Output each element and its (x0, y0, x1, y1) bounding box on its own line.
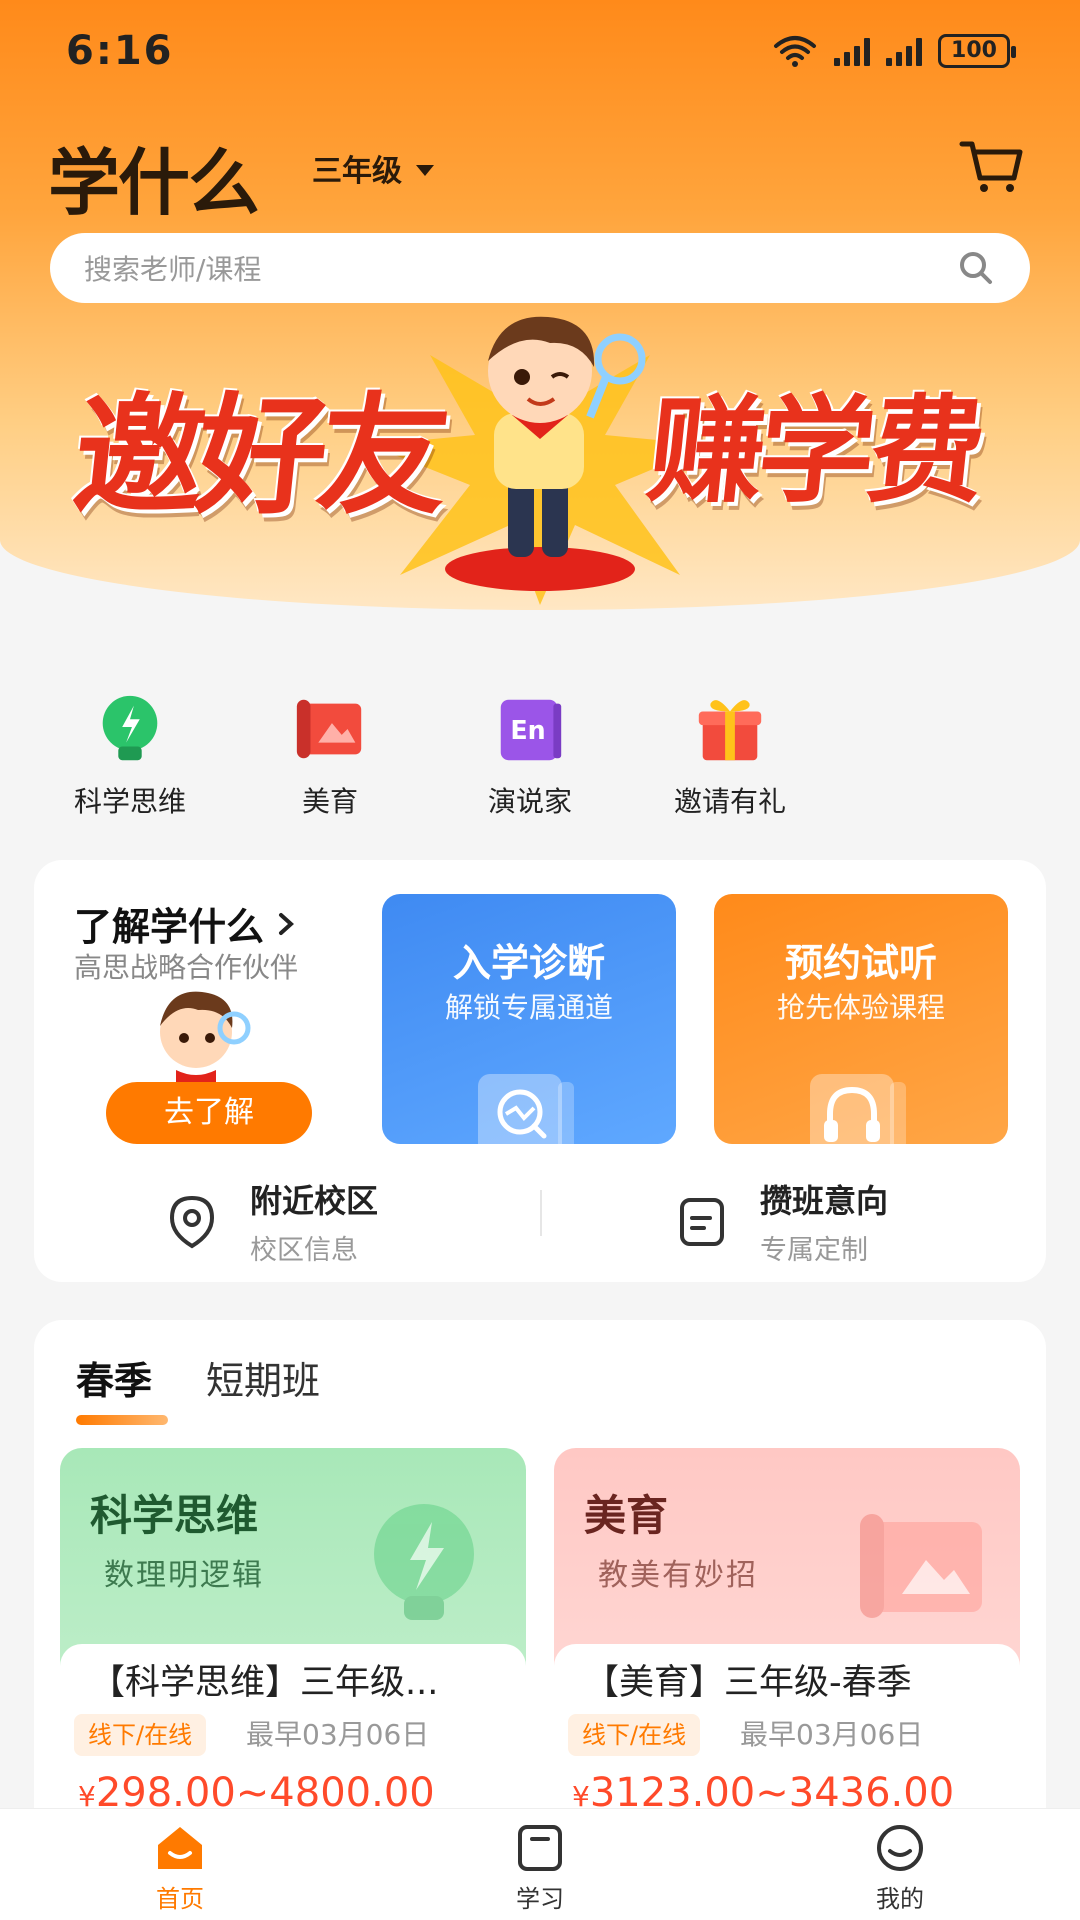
cart-icon[interactable] (958, 138, 1026, 196)
course-title: 【美育】三年级-春季 (584, 1663, 912, 1703)
grade-selector[interactable]: 三年级 (312, 146, 434, 190)
category-aesthetic[interactable]: 美育 (230, 690, 430, 820)
tab-short-term[interactable]: 短期班 (206, 1350, 320, 1405)
course-tabs: 春季 短期班 (76, 1350, 320, 1425)
divider (540, 1190, 542, 1236)
entry-nearby-campus[interactable]: 附近校区 校区信息 (164, 1176, 378, 1267)
course-mode-badge: 线下/在线 (568, 1714, 701, 1756)
signal-icon-2 (886, 36, 922, 66)
tab-spring[interactable]: 春季 (76, 1350, 168, 1425)
search-icon[interactable] (956, 248, 996, 288)
banner-title-right: 赚学费 (641, 384, 986, 519)
entry-class-intent[interactable]: 攒班意向 专属定制 (674, 1176, 888, 1267)
tile-subtitle: 抢先体验课程 (776, 991, 945, 1024)
about-subtitle: 高思战略合作伙伴 (74, 951, 299, 984)
art-scroll-icon (296, 699, 362, 759)
entry-subtitle: 校区信息 (250, 1235, 358, 1266)
book-icon (518, 1825, 562, 1871)
en-book-icon: En (500, 699, 562, 761)
diagnosis-chart-icon (478, 1074, 574, 1144)
course-card-science[interactable]: 科学思维 数理明逻辑 【科学思维】三年级... 线下/在线 最早03月06日 ¥… (60, 1448, 526, 1848)
banner-title-left: 邀好友 (66, 380, 449, 532)
tile-title: 预约试听 (784, 941, 937, 985)
about-link[interactable]: 了解学什么 (74, 896, 296, 951)
tile-title: 入学诊断 (452, 941, 605, 985)
course-title: 【科学思维】三年级... (90, 1663, 439, 1703)
nav-label: 学习 (516, 1885, 564, 1913)
nav-profile[interactable]: 我的 (720, 1809, 1080, 1920)
nav-study[interactable]: 学习 (360, 1809, 720, 1920)
promo-banner[interactable]: 邀好友 赚学费 (0, 305, 1080, 610)
tile-subtitle: 解锁专属通道 (444, 991, 613, 1024)
svg-text:En: En (510, 715, 545, 745)
category-label: 美育 (301, 785, 358, 818)
status-time: 6:16 (66, 28, 174, 74)
battery-icon: 100 (938, 34, 1016, 68)
mascot-boy-icon (445, 316, 646, 591)
category-label: 邀请有礼 (673, 785, 786, 818)
headphones-icon (810, 1074, 906, 1144)
category-label: 演说家 (487, 785, 572, 818)
category-science-thinking[interactable]: 科学思维 (30, 690, 230, 820)
note-icon (680, 1197, 724, 1246)
course-head: 美育 (584, 1491, 669, 1540)
home-icon (158, 1827, 202, 1869)
info-card: 了解学什么 高思战略合作伙伴 去了解 入学诊断 解锁专属通道 预约试听 抢先体验… (34, 860, 1046, 1282)
tile-trial-class[interactable]: 预约试听 抢先体验课程 (714, 894, 1008, 1144)
status-bar: 6:16 100 (0, 0, 1080, 100)
about-title: 了解学什么 (74, 905, 265, 949)
nav-label: 我的 (876, 1885, 924, 1913)
course-head: 科学思维 (90, 1491, 259, 1540)
category-invite[interactable]: 邀请有礼 (630, 690, 830, 820)
course-mode-badge: 线下/在线 (74, 1714, 207, 1756)
signal-icon (834, 36, 870, 66)
course-sub: 数理明逻辑 (104, 1558, 264, 1593)
grade-label: 三年级 (312, 154, 402, 189)
status-icons: 100 (772, 34, 1016, 68)
search-bar[interactable]: 搜索老师/课程 (50, 233, 1030, 303)
entry-title: 附近校区 (250, 1182, 379, 1220)
category-row: 科学思维 美育 En 演说家 邀请有礼 (30, 690, 830, 820)
location-pin-icon (169, 1195, 215, 1248)
course-date: 最早03月06日 (246, 1718, 430, 1751)
tab-active-indicator (76, 1415, 168, 1425)
app-title: 学什么 (48, 141, 260, 225)
search-input[interactable]: 搜索老师/课程 (84, 248, 956, 288)
lightbulb-icon (374, 1504, 474, 1620)
category-speaker[interactable]: En 演说家 (430, 690, 630, 820)
entry-subtitle: 专属定制 (760, 1235, 868, 1266)
chevron-down-icon (416, 164, 434, 176)
smile-face-icon (877, 1825, 923, 1871)
gift-icon (698, 700, 762, 761)
nav-home[interactable]: 首页 (0, 1809, 360, 1920)
course-card-aesthetic[interactable]: 美育 教美有妙招 【美育】三年级-春季 线下/在线 最早03月06日 ¥3123… (554, 1448, 1020, 1848)
lightbulb-icon (102, 695, 158, 761)
entry-title: 攒班意向 (760, 1182, 889, 1220)
chevron-right-icon (279, 912, 295, 935)
course-date: 最早03月06日 (740, 1718, 924, 1751)
course-sub: 教美有妙招 (598, 1558, 758, 1593)
mascot-small-icon (160, 991, 251, 1084)
wifi-icon (774, 36, 816, 67)
nav-label: 首页 (156, 1885, 204, 1913)
category-label: 科学思维 (73, 785, 186, 818)
tile-diagnosis[interactable]: 入学诊断 解锁专属通道 (382, 894, 676, 1144)
art-scroll-icon (860, 1514, 982, 1618)
bottom-nav: 首页 学习 我的 (0, 1808, 1080, 1920)
learn-more-button[interactable]: 去了解 (106, 1082, 312, 1144)
